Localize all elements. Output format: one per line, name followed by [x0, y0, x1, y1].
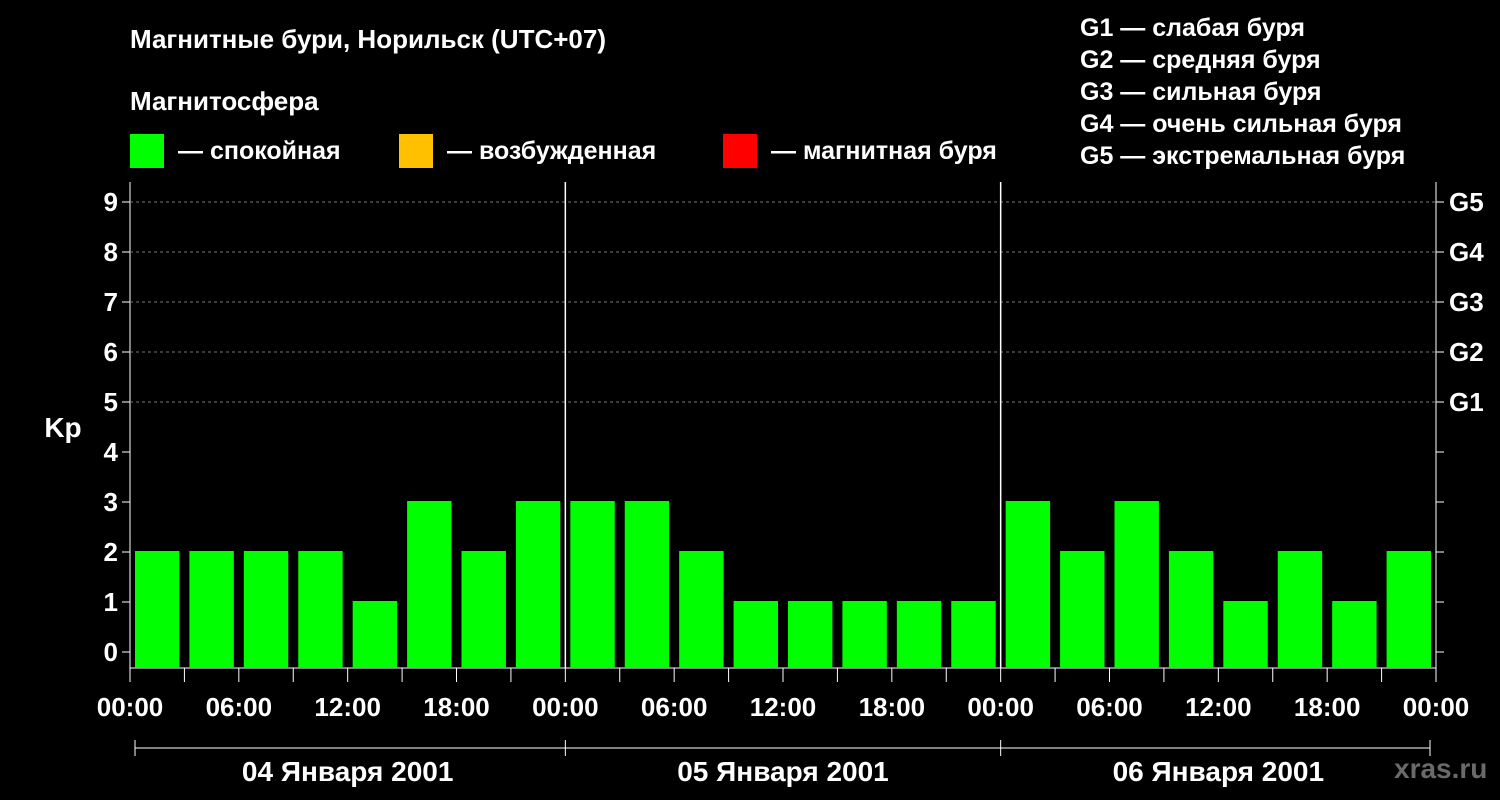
g-level-label: G5 — [1449, 187, 1484, 217]
kp-bar — [624, 501, 670, 668]
g-level-label: G4 — [1449, 237, 1484, 267]
x-tick-label: 12:00 — [314, 692, 381, 722]
x-tick-label: 00:00 — [967, 692, 1034, 722]
y-axis-label: Kp — [44, 412, 81, 443]
y-tick-label: 1 — [104, 587, 118, 617]
g-level-label: G2 — [1449, 337, 1484, 367]
g-level-label: G1 — [1449, 387, 1484, 417]
y-tick-label: 7 — [104, 287, 118, 317]
kp-bar — [896, 601, 942, 668]
kp-bar — [788, 601, 833, 668]
kp-chart: 0 1 2 3 4 5 6 7 8 9 G1 G2 G3 G4 G5 Kp 00:00 06:00 12:00 18:… — [44, 182, 1484, 787]
kp-bar — [733, 601, 778, 668]
y-tick-label: 6 — [104, 337, 118, 367]
y-tick-label: 9 — [104, 187, 118, 217]
x-tick-label: 12:00 — [750, 692, 817, 722]
date-label: 05 Января 2001 — [677, 756, 889, 787]
kp-bar — [298, 551, 343, 668]
x-tick-label: 00:00 — [97, 692, 164, 722]
kp-bar — [1386, 551, 1431, 668]
g-level-label: G3 — [1449, 287, 1484, 317]
kp-bar — [842, 601, 887, 668]
y-tick-label: 0 — [104, 637, 118, 667]
kp-bar — [515, 501, 561, 668]
kp-bar — [1114, 501, 1159, 668]
x-tick-label: 00:00 — [532, 692, 599, 722]
kp-bar — [243, 551, 289, 668]
y-tick-label: 4 — [104, 437, 119, 467]
kp-bar — [570, 501, 615, 668]
x-tick-label: 00:00 — [1403, 692, 1470, 722]
date-label: 06 Января 2001 — [1113, 756, 1325, 787]
kp-bar — [135, 551, 180, 668]
kp-bar — [1223, 601, 1268, 668]
x-tick-label: 06:00 — [206, 692, 273, 722]
x-tick-label: 12:00 — [1185, 692, 1252, 722]
kp-bar — [1168, 551, 1214, 668]
kp-bar — [1005, 501, 1051, 668]
date-label: 04 Января 2001 — [242, 756, 454, 787]
x-tick-label: 06:00 — [641, 692, 708, 722]
x-tick-label: 18:00 — [859, 692, 926, 722]
kp-bar — [1332, 601, 1377, 668]
kp-bar — [407, 501, 452, 668]
x-tick-label: 06:00 — [1076, 692, 1143, 722]
kp-bar — [352, 601, 398, 668]
y-tick-label: 3 — [104, 487, 118, 517]
y-tick-label: 5 — [104, 387, 118, 417]
x-tick-label: 18:00 — [423, 692, 490, 722]
kp-bar — [951, 601, 996, 668]
y-tick-label: 2 — [104, 537, 118, 567]
y-tick-label: 8 — [104, 237, 118, 267]
x-tick-label: 18:00 — [1294, 692, 1361, 722]
kp-bar — [189, 551, 234, 668]
kp-bar — [1060, 551, 1105, 668]
kp-bar — [461, 551, 506, 668]
kp-bar — [679, 551, 724, 668]
kp-bar — [1277, 551, 1323, 668]
watermark: xras.ru — [1394, 753, 1488, 784]
